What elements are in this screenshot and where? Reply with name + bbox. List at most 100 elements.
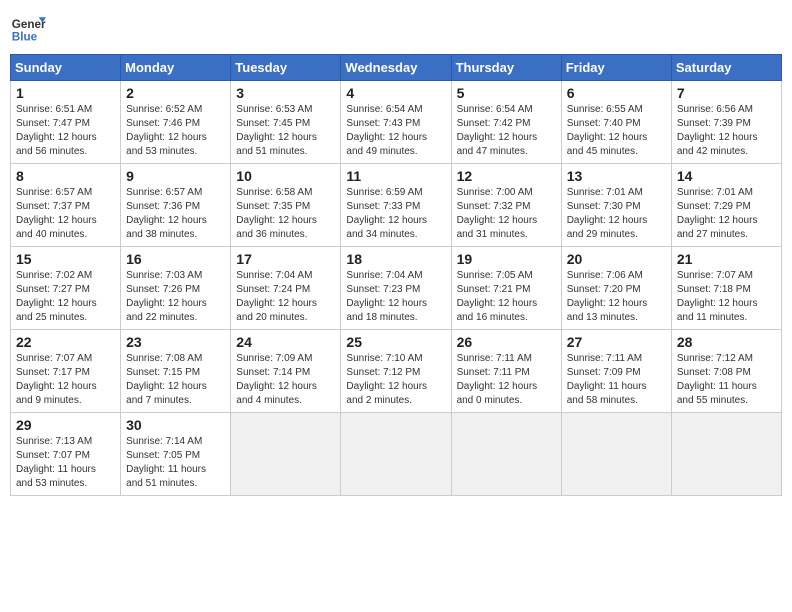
day-number: 6: [567, 85, 666, 101]
calendar-cell: 12 Sunrise: 7:00 AMSunset: 7:32 PMDaylig…: [451, 164, 561, 247]
calendar-cell: 30 Sunrise: 7:14 AMSunset: 7:05 PMDaylig…: [121, 413, 231, 496]
day-number: 21: [677, 251, 776, 267]
calendar-cell: 16 Sunrise: 7:03 AMSunset: 7:26 PMDaylig…: [121, 247, 231, 330]
calendar-cell: 17 Sunrise: 7:04 AMSunset: 7:24 PMDaylig…: [231, 247, 341, 330]
day-number: 17: [236, 251, 335, 267]
calendar-cell: 10 Sunrise: 6:58 AMSunset: 7:35 PMDaylig…: [231, 164, 341, 247]
calendar-cell: 28 Sunrise: 7:12 AMSunset: 7:08 PMDaylig…: [671, 330, 781, 413]
day-info: Sunrise: 7:04 AMSunset: 7:24 PMDaylight:…: [236, 269, 335, 325]
calendar-cell: [561, 413, 671, 496]
calendar-cell: 9 Sunrise: 6:57 AMSunset: 7:36 PMDayligh…: [121, 164, 231, 247]
calendar-cell: 2 Sunrise: 6:52 AMSunset: 7:46 PMDayligh…: [121, 81, 231, 164]
calendar-cell: 6 Sunrise: 6:55 AMSunset: 7:40 PMDayligh…: [561, 81, 671, 164]
day-info: Sunrise: 6:57 AMSunset: 7:36 PMDaylight:…: [126, 186, 225, 242]
weekday-header-wednesday: Wednesday: [341, 55, 451, 81]
day-info: Sunrise: 7:06 AMSunset: 7:20 PMDaylight:…: [567, 269, 666, 325]
day-number: 9: [126, 168, 225, 184]
day-number: 7: [677, 85, 776, 101]
day-number: 15: [16, 251, 115, 267]
calendar-week-4: 22 Sunrise: 7:07 AMSunset: 7:17 PMDaylig…: [11, 330, 782, 413]
day-info: Sunrise: 6:51 AMSunset: 7:47 PMDaylight:…: [16, 103, 115, 159]
weekday-header-thursday: Thursday: [451, 55, 561, 81]
day-info: Sunrise: 6:55 AMSunset: 7:40 PMDaylight:…: [567, 103, 666, 159]
weekday-header-tuesday: Tuesday: [231, 55, 341, 81]
calendar-cell: 4 Sunrise: 6:54 AMSunset: 7:43 PMDayligh…: [341, 81, 451, 164]
weekday-header-saturday: Saturday: [671, 55, 781, 81]
day-number: 25: [346, 334, 445, 350]
day-info: Sunrise: 7:07 AMSunset: 7:18 PMDaylight:…: [677, 269, 776, 325]
day-info: Sunrise: 7:04 AMSunset: 7:23 PMDaylight:…: [346, 269, 445, 325]
day-info: Sunrise: 6:56 AMSunset: 7:39 PMDaylight:…: [677, 103, 776, 159]
day-number: 11: [346, 168, 445, 184]
day-info: Sunrise: 6:54 AMSunset: 7:43 PMDaylight:…: [346, 103, 445, 159]
day-number: 28: [677, 334, 776, 350]
weekday-header-sunday: Sunday: [11, 55, 121, 81]
calendar-week-3: 15 Sunrise: 7:02 AMSunset: 7:27 PMDaylig…: [11, 247, 782, 330]
day-number: 20: [567, 251, 666, 267]
calendar-week-5: 29 Sunrise: 7:13 AMSunset: 7:07 PMDaylig…: [11, 413, 782, 496]
calendar-cell: 18 Sunrise: 7:04 AMSunset: 7:23 PMDaylig…: [341, 247, 451, 330]
day-info: Sunrise: 7:11 AMSunset: 7:09 PMDaylight:…: [567, 352, 666, 408]
day-number: 14: [677, 168, 776, 184]
day-info: Sunrise: 6:57 AMSunset: 7:37 PMDaylight:…: [16, 186, 115, 242]
calendar-cell: 11 Sunrise: 6:59 AMSunset: 7:33 PMDaylig…: [341, 164, 451, 247]
day-info: Sunrise: 7:01 AMSunset: 7:30 PMDaylight:…: [567, 186, 666, 242]
day-info: Sunrise: 7:14 AMSunset: 7:05 PMDaylight:…: [126, 435, 225, 491]
calendar-cell: [451, 413, 561, 496]
weekday-header-friday: Friday: [561, 55, 671, 81]
day-number: 26: [457, 334, 556, 350]
day-info: Sunrise: 7:00 AMSunset: 7:32 PMDaylight:…: [457, 186, 556, 242]
calendar-cell: 23 Sunrise: 7:08 AMSunset: 7:15 PMDaylig…: [121, 330, 231, 413]
day-number: 10: [236, 168, 335, 184]
day-number: 30: [126, 417, 225, 433]
calendar-cell: 20 Sunrise: 7:06 AMSunset: 7:20 PMDaylig…: [561, 247, 671, 330]
calendar-cell: 13 Sunrise: 7:01 AMSunset: 7:30 PMDaylig…: [561, 164, 671, 247]
day-number: 5: [457, 85, 556, 101]
calendar-cell: 1 Sunrise: 6:51 AMSunset: 7:47 PMDayligh…: [11, 81, 121, 164]
day-info: Sunrise: 6:53 AMSunset: 7:45 PMDaylight:…: [236, 103, 335, 159]
day-number: 16: [126, 251, 225, 267]
svg-text:Blue: Blue: [12, 31, 38, 44]
calendar-cell: [231, 413, 341, 496]
day-info: Sunrise: 7:11 AMSunset: 7:11 PMDaylight:…: [457, 352, 556, 408]
day-number: 18: [346, 251, 445, 267]
day-number: 13: [567, 168, 666, 184]
calendar-week-1: 1 Sunrise: 6:51 AMSunset: 7:47 PMDayligh…: [11, 81, 782, 164]
day-number: 19: [457, 251, 556, 267]
day-info: Sunrise: 7:07 AMSunset: 7:17 PMDaylight:…: [16, 352, 115, 408]
day-info: Sunrise: 7:01 AMSunset: 7:29 PMDaylight:…: [677, 186, 776, 242]
calendar-week-2: 8 Sunrise: 6:57 AMSunset: 7:37 PMDayligh…: [11, 164, 782, 247]
day-number: 4: [346, 85, 445, 101]
calendar-cell: 21 Sunrise: 7:07 AMSunset: 7:18 PMDaylig…: [671, 247, 781, 330]
logo-icon: General Blue: [10, 10, 46, 46]
day-info: Sunrise: 6:59 AMSunset: 7:33 PMDaylight:…: [346, 186, 445, 242]
page-header: General Blue: [10, 10, 782, 46]
day-number: 23: [126, 334, 225, 350]
day-number: 2: [126, 85, 225, 101]
calendar-cell: [671, 413, 781, 496]
day-number: 24: [236, 334, 335, 350]
calendar-cell: 27 Sunrise: 7:11 AMSunset: 7:09 PMDaylig…: [561, 330, 671, 413]
calendar-cell: 22 Sunrise: 7:07 AMSunset: 7:17 PMDaylig…: [11, 330, 121, 413]
day-number: 22: [16, 334, 115, 350]
day-info: Sunrise: 7:08 AMSunset: 7:15 PMDaylight:…: [126, 352, 225, 408]
day-number: 29: [16, 417, 115, 433]
day-info: Sunrise: 7:09 AMSunset: 7:14 PMDaylight:…: [236, 352, 335, 408]
calendar-cell: 15 Sunrise: 7:02 AMSunset: 7:27 PMDaylig…: [11, 247, 121, 330]
weekday-header-monday: Monday: [121, 55, 231, 81]
calendar-cell: 5 Sunrise: 6:54 AMSunset: 7:42 PMDayligh…: [451, 81, 561, 164]
calendar-table: SundayMondayTuesdayWednesdayThursdayFrid…: [10, 54, 782, 496]
day-number: 1: [16, 85, 115, 101]
day-info: Sunrise: 7:10 AMSunset: 7:12 PMDaylight:…: [346, 352, 445, 408]
day-number: 12: [457, 168, 556, 184]
logo: General Blue: [10, 10, 46, 46]
day-info: Sunrise: 7:03 AMSunset: 7:26 PMDaylight:…: [126, 269, 225, 325]
calendar-cell: 14 Sunrise: 7:01 AMSunset: 7:29 PMDaylig…: [671, 164, 781, 247]
calendar-cell: 29 Sunrise: 7:13 AMSunset: 7:07 PMDaylig…: [11, 413, 121, 496]
calendar-cell: 26 Sunrise: 7:11 AMSunset: 7:11 PMDaylig…: [451, 330, 561, 413]
calendar-cell: [341, 413, 451, 496]
day-number: 3: [236, 85, 335, 101]
calendar-cell: 3 Sunrise: 6:53 AMSunset: 7:45 PMDayligh…: [231, 81, 341, 164]
day-info: Sunrise: 6:54 AMSunset: 7:42 PMDaylight:…: [457, 103, 556, 159]
day-info: Sunrise: 6:58 AMSunset: 7:35 PMDaylight:…: [236, 186, 335, 242]
